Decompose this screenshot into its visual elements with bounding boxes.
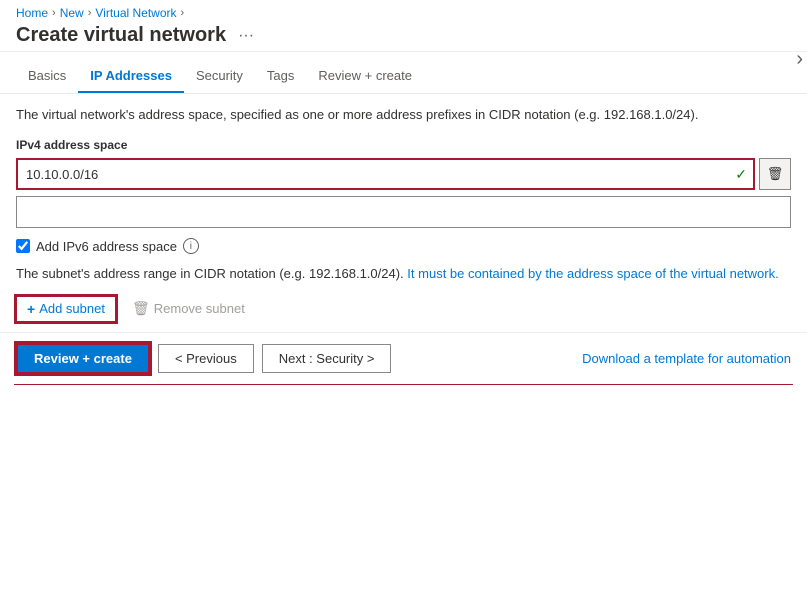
tab-ip-addresses[interactable]: IP Addresses — [78, 60, 184, 93]
subnet-desc-part1: The subnet's address range in CIDR notat… — [16, 266, 404, 281]
breadcrumb-sep2: › — [88, 7, 92, 19]
tab-tags[interactable]: Tags — [255, 60, 306, 93]
ipv4-label: IPv4 address space — [16, 138, 791, 152]
description-text: The virtual network's address space, spe… — [16, 106, 791, 124]
breadcrumb-sep3: › — [181, 7, 185, 19]
add-subnet-label: Add subnet — [39, 301, 105, 316]
breadcrumb-home[interactable]: Home — [16, 6, 48, 20]
check-icon: ✓ — [729, 166, 753, 183]
ipv6-checkbox[interactable] — [16, 239, 30, 253]
trash-icon: 🗑 — [767, 166, 784, 182]
remove-subnet-button[interactable]: 🗑 Remove subnet — [124, 296, 253, 321]
info-icon[interactable]: i — [183, 238, 199, 254]
right-panel-chevron[interactable]: › — [792, 40, 807, 79]
breadcrumb: Home › New › Virtual Network › — [16, 6, 791, 20]
tab-review-create[interactable]: Review + create — [306, 60, 424, 93]
ipv4-input[interactable] — [18, 160, 729, 188]
ipv6-label: Add IPv6 address space — [36, 239, 177, 254]
review-create-button[interactable]: Review + create — [16, 343, 150, 374]
tab-security[interactable]: Security — [184, 60, 255, 93]
remove-icon: 🗑 — [132, 300, 150, 317]
automation-link[interactable]: Download a template for automation — [582, 351, 791, 366]
empty-address-row — [16, 196, 791, 228]
ipv4-input-container: ✓ — [16, 158, 755, 190]
subnet-desc-network: network. — [730, 266, 779, 281]
page-title: Create virtual network — [16, 24, 226, 47]
subnet-description: The subnet's address range in CIDR notat… — [16, 264, 791, 284]
next-security-button[interactable]: Next : Security > — [262, 344, 392, 373]
subnet-actions: + Add subnet 🗑 Remove subnet — [16, 296, 791, 322]
subnet-desc-link: It must be contained by the address spac… — [407, 266, 729, 281]
breadcrumb-new[interactable]: New — [60, 6, 84, 20]
additional-address-input[interactable] — [16, 196, 791, 228]
delete-ipv4-button[interactable]: 🗑 — [759, 158, 791, 190]
breadcrumb-virtual-network[interactable]: Virtual Network — [95, 6, 176, 20]
ipv6-checkbox-row: Add IPv6 address space i — [16, 238, 791, 254]
tab-bar: Basics IP Addresses Security Tags Review… — [0, 60, 807, 94]
plus-icon: + — [27, 301, 35, 317]
add-subnet-button[interactable]: + Add subnet — [16, 296, 116, 322]
ipv4-address-row: ✓ 🗑 — [16, 158, 791, 190]
tab-basics[interactable]: Basics — [16, 60, 78, 93]
footer: Review + create < Previous Next : Securi… — [0, 332, 807, 384]
ellipsis-button[interactable]: ··· — [234, 25, 258, 47]
previous-button[interactable]: < Previous — [158, 344, 254, 373]
remove-subnet-label: Remove subnet — [154, 301, 245, 316]
breadcrumb-sep1: › — [52, 7, 56, 19]
